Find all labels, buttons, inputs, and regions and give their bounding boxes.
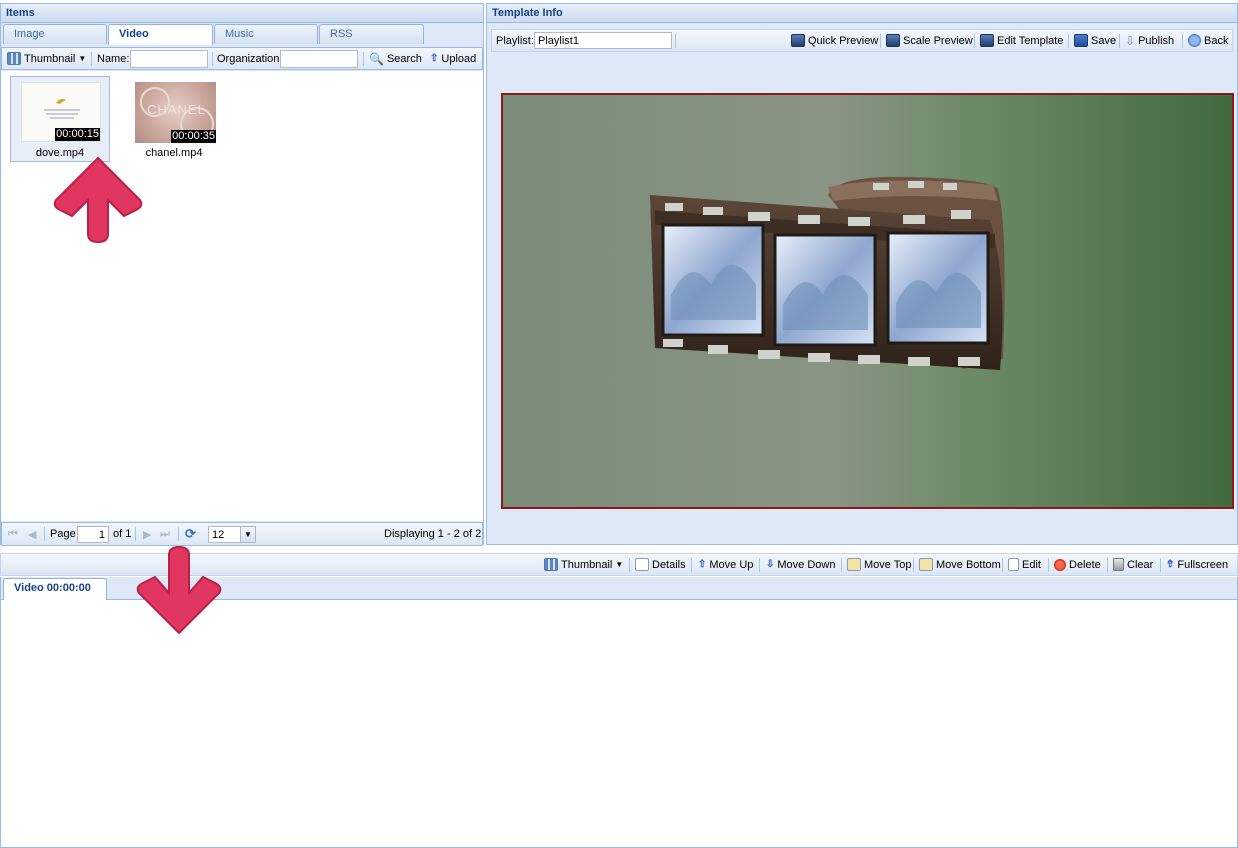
playlist-input[interactable]	[534, 32, 672, 49]
items-toolbar: Thumbnail ▼ Name: Organization: 🔍 Search…	[1, 47, 483, 70]
tab-video-timeline[interactable]: Video 00:00:00	[3, 578, 107, 601]
move-up-button[interactable]: ⇧ Move Up	[698, 554, 753, 575]
tab-image[interactable]: Image	[3, 24, 107, 44]
film-icon	[791, 34, 805, 47]
edit-icon	[1008, 558, 1019, 571]
back-button[interactable]: Back	[1188, 30, 1228, 51]
publish-button[interactable]: ⇩ Publish	[1125, 30, 1174, 51]
chevron-down-icon: ▼	[78, 54, 87, 63]
scale-preview-button[interactable]: Scale Preview	[886, 30, 973, 51]
template-info-header: Template Info	[486, 3, 1238, 23]
display-info: Displaying 1 - 2 of 2	[384, 528, 482, 540]
film-icon	[980, 34, 994, 47]
video-thumbnail: CHANEL 00:00:35	[135, 82, 216, 143]
save-icon	[1074, 34, 1088, 47]
move-top-icon	[847, 558, 861, 571]
move-top-label: Move Top	[864, 558, 912, 571]
film-strip-graphic	[650, 176, 1005, 370]
prev-page-button[interactable]: ◀	[28, 523, 36, 545]
delete-label: Delete	[1069, 558, 1101, 571]
chanel-logo-text: CHANEL	[147, 102, 206, 117]
edit-label: Edit	[1022, 558, 1041, 571]
clear-button[interactable]: Clear	[1113, 554, 1153, 575]
back-icon	[1188, 34, 1201, 47]
grid-icon	[7, 52, 21, 65]
move-bottom-label: Move Bottom	[936, 558, 1001, 571]
details-button[interactable]: Details	[635, 554, 686, 575]
move-up-label: Move Up	[709, 558, 754, 571]
back-label: Back	[1204, 34, 1229, 47]
per-page-value: 12	[212, 529, 225, 541]
chevron-down-icon: ▼	[240, 527, 255, 542]
move-bottom-button[interactable]: Move Bottom	[919, 554, 1001, 575]
view-mode-label: Thumbnail	[24, 52, 76, 65]
upload-button[interactable]: ⇧ Upload	[430, 48, 476, 69]
film-icon	[886, 34, 900, 47]
clear-label: Clear	[1127, 558, 1154, 571]
organization-label: Organization:	[217, 52, 283, 65]
fullscreen-button[interactable]: ⇮ Fullscreen	[1166, 554, 1228, 575]
name-input[interactable]	[130, 50, 208, 68]
quick-preview-label: Quick Preview	[808, 34, 879, 47]
template-preview	[501, 93, 1234, 509]
upload-label: Upload	[441, 52, 477, 65]
duration-badge: 00:00:15	[55, 128, 100, 141]
edit-template-label: Edit Template	[997, 34, 1064, 47]
refresh-button[interactable]: ⟳	[185, 523, 196, 545]
name-label: Name:	[97, 52, 130, 65]
save-label: Save	[1091, 34, 1117, 47]
save-button[interactable]: Save	[1074, 30, 1116, 51]
arrow-up-icon: ⇧	[698, 559, 707, 570]
publish-label: Publish	[1138, 34, 1175, 47]
move-bottom-icon	[919, 558, 933, 571]
clear-icon	[1113, 558, 1124, 571]
move-top-button[interactable]: Move Top	[847, 554, 912, 575]
tab-music[interactable]: Music	[214, 24, 318, 44]
publish-icon: ⇩	[1125, 33, 1136, 48]
search-icon: 🔍	[369, 51, 384, 66]
last-page-button[interactable]: ⏭	[160, 523, 170, 545]
refresh-icon: ⟳	[185, 526, 196, 541]
move-down-button[interactable]: ⇩ Move Down	[766, 554, 835, 575]
tab-video[interactable]: Video	[108, 24, 213, 45]
arrow-down-icon: ⇩	[766, 559, 775, 570]
search-label: Search	[386, 52, 422, 65]
delete-button[interactable]: Delete	[1054, 554, 1101, 575]
thumbnail-label: Thumbnail	[561, 558, 613, 571]
next-page-button[interactable]: ▶	[143, 523, 151, 545]
tab-rss[interactable]: RSS	[319, 24, 424, 44]
video-thumbnail: 00:00:15	[21, 82, 101, 142]
per-page-select[interactable]: 12 ▼	[208, 526, 256, 543]
annotation-arrow-up-icon	[53, 156, 143, 244]
upload-icon: ⇧	[430, 53, 439, 64]
items-panel-header: Items	[0, 3, 484, 23]
organization-input[interactable]	[280, 50, 358, 68]
duration-badge: 00:00:35	[171, 130, 216, 143]
details-icon	[635, 558, 649, 571]
quick-preview-button[interactable]: Quick Preview	[791, 30, 878, 51]
move-down-label: Move Down	[777, 558, 836, 571]
details-label: Details	[652, 558, 686, 571]
chevron-down-icon: ▼	[615, 560, 624, 569]
fullscreen-icon: ⇮	[1166, 559, 1175, 570]
edit-template-button[interactable]: Edit Template	[980, 30, 1063, 51]
grid-icon	[544, 558, 558, 571]
search-button[interactable]: 🔍 Search	[369, 48, 422, 69]
page-label: Page	[50, 528, 76, 540]
thumbnail-view-button[interactable]: Thumbnail ▼	[544, 554, 623, 575]
view-mode-dropdown[interactable]: Thumbnail ▼	[7, 48, 86, 69]
edit-button[interactable]: Edit	[1008, 554, 1041, 575]
page-number-input[interactable]	[77, 526, 109, 543]
playlist-label: Playlist:	[496, 34, 534, 47]
fullscreen-label: Fullscreen	[1177, 558, 1229, 571]
delete-icon	[1054, 558, 1066, 571]
page-of-label: of 1	[113, 528, 132, 540]
annotation-arrow-down-icon	[136, 545, 222, 635]
first-page-button[interactable]: ⏮	[8, 523, 18, 545]
scale-preview-label: Scale Preview	[903, 34, 973, 47]
